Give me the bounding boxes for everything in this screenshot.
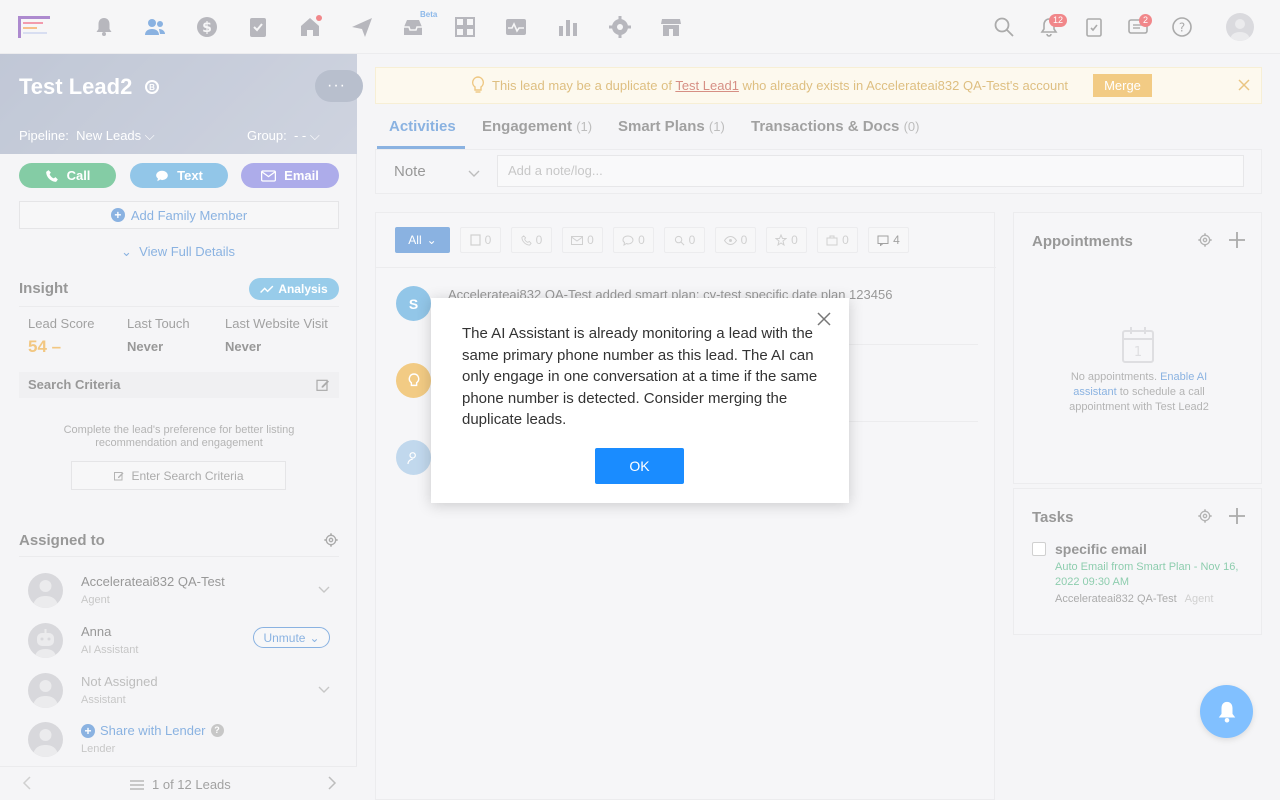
- dialog-message: The AI Assistant is already monitoring a…: [462, 325, 818, 428]
- duplicate-phone-dialog: The AI Assistant is already monitoring a…: [431, 298, 849, 503]
- ok-button[interactable]: OK: [595, 448, 684, 484]
